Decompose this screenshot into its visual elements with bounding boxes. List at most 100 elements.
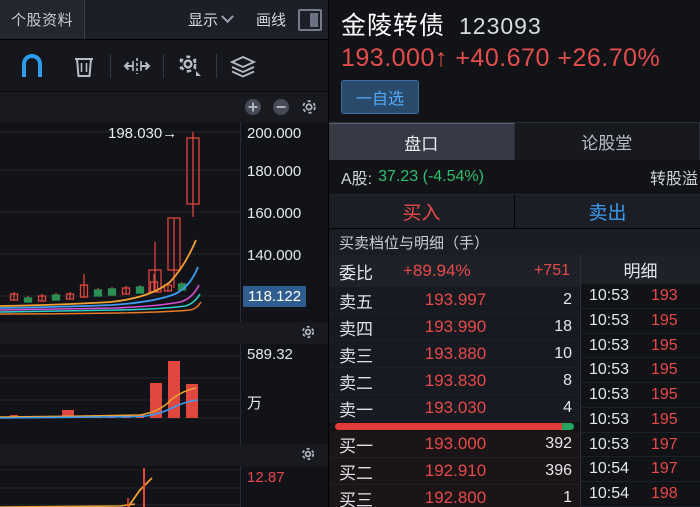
chart-toolbar-actions: 显示 画线 xyxy=(85,0,328,39)
ask-row[interactable]: 卖二 193.830 8 xyxy=(329,368,580,395)
zoom-in-icon[interactable] xyxy=(244,98,262,116)
ask-row[interactable]: 卖三 193.880 10 xyxy=(329,341,580,368)
ratio-bar-sell xyxy=(562,423,574,430)
tick-price: 195 xyxy=(643,337,678,355)
flip-horizontal-icon[interactable] xyxy=(111,40,163,92)
chevron-down-icon xyxy=(221,10,234,23)
quote-panel: 金陵转债 123093 193.000↑ +40.670 +26.70% 一自选… xyxy=(328,0,700,507)
indicator-chart-pane[interactable]: 12.87 xyxy=(0,466,328,507)
volume-plot xyxy=(0,344,240,444)
ask-qty: 18 xyxy=(520,318,572,336)
add-to-watchlist-button[interactable]: 一自选 xyxy=(341,80,419,114)
bid-price: 193.000 xyxy=(391,434,520,454)
ask-row[interactable]: 卖四 193.990 18 xyxy=(329,314,580,341)
trash-icon[interactable] xyxy=(58,40,110,92)
bid-row[interactable]: 买二 192.910 396 xyxy=(329,458,580,485)
bid-row[interactable]: 买一 193.000 392 xyxy=(329,431,580,458)
a-share-label: A股: xyxy=(341,165,372,189)
indicator-settings-gear-icon[interactable] xyxy=(300,446,318,464)
volume-settings-gear-icon[interactable] xyxy=(300,324,318,342)
ask-row[interactable]: 卖五 193.997 2 xyxy=(329,287,580,314)
bid-qty: 392 xyxy=(520,435,572,453)
tick-time: 10:53 xyxy=(589,411,643,429)
order-book: 委比 +89.94% +751 卖五 193.997 2 卖四 193.990 … xyxy=(329,255,581,507)
chart-top-toolbar: 个股资料 显示 画线 xyxy=(0,0,328,40)
bid-qty: 396 xyxy=(520,462,572,480)
layers-icon[interactable] xyxy=(217,40,269,92)
price-change: +40.670 xyxy=(455,44,550,72)
tab-discussion[interactable]: 论股堂 xyxy=(515,123,700,160)
chart-canvas-area: 198.030→ 200.000 180.000 160.000 140.000… xyxy=(0,92,328,507)
magnet-icon[interactable] xyxy=(6,40,58,92)
indicator-plot xyxy=(0,466,240,507)
price-chart-pane[interactable]: 198.030→ 200.000 180.000 160.000 140.000… xyxy=(0,122,328,322)
bid-label: 买三 xyxy=(339,486,391,507)
ask-qty: 2 xyxy=(520,291,572,309)
tick-price: 197 xyxy=(643,460,678,478)
candles-svg xyxy=(0,122,240,322)
peak-price-annotation: 198.030→ xyxy=(108,125,177,142)
price-axis-tick: 180.000 xyxy=(247,163,301,180)
tick-row: 10:53 195 xyxy=(581,408,700,433)
zoom-out-icon[interactable] xyxy=(272,98,290,116)
quote-tabs: 盘口 论股堂 xyxy=(329,122,700,160)
tick-price: 195 xyxy=(643,411,678,429)
bid-price: 192.910 xyxy=(391,461,520,481)
bid-price: 192.800 xyxy=(391,488,520,507)
gear-icon[interactable] xyxy=(164,40,216,92)
tick-time: 10:53 xyxy=(589,361,643,379)
weibi-percent: +89.94% xyxy=(397,261,534,281)
tick-time: 10:54 xyxy=(589,485,643,503)
buy-button[interactable]: 买入 xyxy=(329,195,515,228)
chart-zoom-controls xyxy=(0,92,328,122)
security-name: 金陵转债 xyxy=(341,6,445,42)
tick-row: 10:53 195 xyxy=(581,334,700,359)
ask-label: 卖二 xyxy=(339,369,391,394)
draw-line-menu[interactable]: 画线 xyxy=(244,9,298,30)
weibi-net: +751 xyxy=(534,262,570,280)
ask-label: 卖一 xyxy=(339,396,391,421)
tick-time: 10:53 xyxy=(589,436,643,454)
ask-row[interactable]: 卖一 193.030 4 xyxy=(329,395,580,422)
ratio-bar-buy xyxy=(335,423,562,430)
draw-line-label: 画线 xyxy=(256,9,286,30)
tick-time: 10:54 xyxy=(589,460,643,478)
chart-panel: 个股资料 显示 画线 xyxy=(0,0,328,507)
tick-row: 10:53 197 xyxy=(581,433,700,458)
tick-row: 10:53 195 xyxy=(581,358,700,383)
tick-row: 10:54 198 xyxy=(581,482,700,507)
sell-button[interactable]: 卖出 xyxy=(515,195,700,228)
tab-stock-info[interactable]: 个股资料 xyxy=(0,0,85,39)
quote-title-row: 金陵转债 123093 xyxy=(341,6,700,42)
tick-time: 10:53 xyxy=(589,337,643,355)
price-change-percent: +26.70% xyxy=(557,44,660,72)
price-row: 193.000↑ +40.670 +26.70% xyxy=(341,44,700,73)
trade-buttons: 买入 卖出 xyxy=(329,195,700,229)
volume-axis-tick: 589.32 xyxy=(247,346,293,363)
ask-price: 193.997 xyxy=(391,290,520,310)
volume-pane-toolbar xyxy=(0,322,328,344)
order-imbalance-row: 委比 +89.94% +751 xyxy=(329,255,580,287)
volume-chart-pane[interactable]: 589.32 万 xyxy=(0,344,328,444)
volume-svg xyxy=(0,344,240,422)
display-menu-label: 显示 xyxy=(188,9,218,30)
tick-row: 10:54 197 xyxy=(581,457,700,482)
ask-qty: 8 xyxy=(520,372,572,390)
panel-split-icon[interactable] xyxy=(298,9,322,31)
price-axis-tick: 160.000 xyxy=(247,205,301,222)
volume-unit-label: 万 xyxy=(247,392,262,413)
drawing-tools-bar xyxy=(0,40,328,92)
candlestick-plot: 198.030→ xyxy=(0,122,240,322)
bid-row[interactable]: 买三 192.800 1 xyxy=(329,485,580,507)
tick-row: 10:53 193 xyxy=(581,284,700,309)
price-axis-tick: 140.000 xyxy=(247,247,301,264)
tick-price: 195 xyxy=(643,312,678,330)
indicator-pane-toolbar xyxy=(0,444,328,466)
indicator-axis: 12.87 xyxy=(240,466,328,507)
chart-settings-gear-icon[interactable] xyxy=(300,98,318,116)
display-menu[interactable]: 显示 xyxy=(176,9,244,30)
ask-price: 193.880 xyxy=(391,344,520,364)
tab-order-book[interactable]: 盘口 xyxy=(329,123,515,160)
volume-axis: 589.32 万 xyxy=(240,344,328,444)
tick-time: 10:53 xyxy=(589,312,643,330)
